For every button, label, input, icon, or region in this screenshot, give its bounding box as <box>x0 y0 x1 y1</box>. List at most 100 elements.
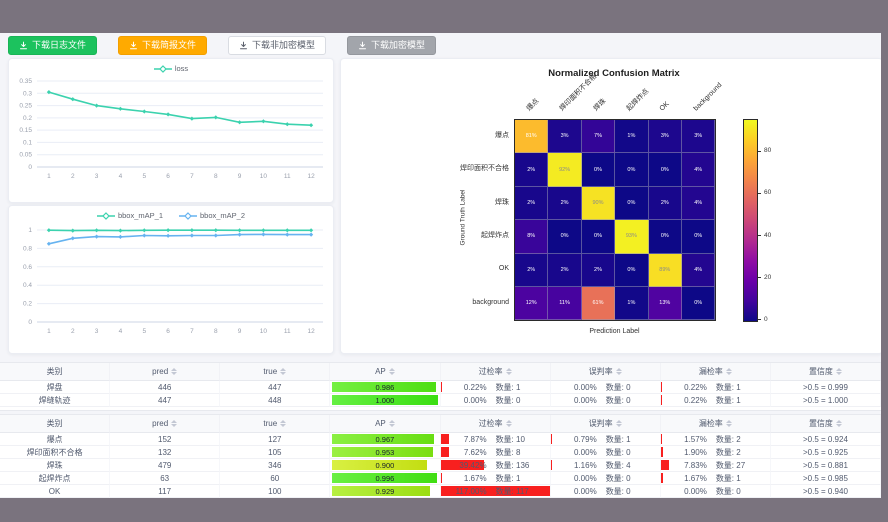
col-header-ap[interactable]: AP <box>330 363 440 381</box>
sort-icon <box>171 420 177 427</box>
sort-up-arrow <box>506 368 512 371</box>
mis-rate-value: 0.00% <box>553 448 597 457</box>
col-header-over[interactable]: 过检率 <box>441 363 551 381</box>
pred-value: 63 <box>160 474 169 483</box>
col-header-true[interactable]: true <box>220 415 330 433</box>
cell-miss: 1.67%数量: 1 <box>661 472 771 485</box>
legend-item-loss[interactable]: loss <box>154 64 188 73</box>
loss-series-line <box>49 92 311 125</box>
cell-class: 焊珠 <box>0 459 110 472</box>
col-header-miss[interactable]: 漏检率 <box>661 415 771 433</box>
sort-icon <box>389 420 395 427</box>
matrix-row-label: 焊印面积不合格 <box>341 164 509 174</box>
cell-miss: 0.22%数量: 1 <box>661 381 771 394</box>
matrix-cell: 1% <box>615 287 648 320</box>
matrix-cell: 2% <box>548 187 581 220</box>
matrix-cell: 2% <box>515 153 548 186</box>
svg-text:4: 4 <box>119 328 123 335</box>
sort-icon <box>389 368 395 375</box>
col-header-label: 类别 <box>47 366 63 377</box>
ap-bar: 0.967 <box>332 434 437 444</box>
col-header-conf[interactable]: 置信度 <box>771 415 881 433</box>
colorbar-tick-label: 0 <box>764 315 768 324</box>
results-table-1: 类别predtrueAP过检率误判率漏检率置信度焊盘4464470.9860.2… <box>0 362 881 411</box>
matrix-row-label: 爆点 <box>341 131 509 141</box>
sort-down-arrow <box>836 424 842 427</box>
cell-miss: 7.83%数量: 27 <box>661 459 771 472</box>
bbox-map-line-chart: 00.20.40.60.81123456789101112 <box>11 222 329 350</box>
download-button-2[interactable]: 下载简报文件 <box>118 36 207 55</box>
svg-text:8: 8 <box>214 328 218 335</box>
pred-value: 117 <box>158 487 171 496</box>
confidence-value: >0.5 = 0.985 <box>803 474 848 483</box>
col-header-pred[interactable]: pred <box>110 415 220 433</box>
download-button-4[interactable]: 下载加密模型 <box>347 36 436 55</box>
svg-text:0.3: 0.3 <box>23 90 32 97</box>
over-count: 数量: 1 <box>496 382 548 393</box>
cell-conf: >0.5 = 0.985 <box>771 472 881 485</box>
cell-class: 爆点 <box>0 433 110 446</box>
table-row: 焊印面积不合格1321050.9537.62%数量: 80.00%数量: 01.… <box>0 446 881 459</box>
ap-value: 0.953 <box>376 448 395 457</box>
col-header-pred[interactable]: pred <box>110 363 220 381</box>
matrix-cell: 0% <box>582 220 615 253</box>
col-header-class: 类别 <box>0 415 110 433</box>
col-header-label: 过检率 <box>479 366 503 377</box>
miss-count: 数量: 27 <box>716 460 768 471</box>
svg-text:0.35: 0.35 <box>19 78 32 85</box>
table-row: 焊缝轨迹4474481.0000.00%数量: 00.00%数量: 00.22%… <box>0 394 881 407</box>
svg-text:3: 3 <box>95 328 99 335</box>
screenshot-root: 下载日志文件下载简报文件下载非加密模型下载加密模型 loss 00.050.10… <box>0 0 888 522</box>
sort-down-arrow <box>171 424 177 427</box>
svg-text:9: 9 <box>238 328 242 335</box>
colorbar-tick-label: 40 <box>764 231 771 240</box>
cell-miss: 0.00%数量: 0 <box>661 485 771 498</box>
col-header-label: true <box>263 367 277 376</box>
legend-label: loss <box>175 64 188 73</box>
sort-icon <box>280 420 286 427</box>
confidence-value: >0.5 = 0.940 <box>803 487 848 496</box>
mis-count: 数量: 0 <box>606 473 658 484</box>
legend-item-bbox_mAP_2[interactable]: bbox_mAP_2 <box>179 211 245 220</box>
matrix-cell: 0% <box>548 220 581 253</box>
cell-mis: 0.00%数量: 0 <box>551 472 661 485</box>
pred-value: 132 <box>158 448 171 457</box>
miss-count: 数量: 2 <box>716 434 768 445</box>
download-button-1[interactable]: 下载日志文件 <box>8 36 97 55</box>
col-header-mis[interactable]: 误判率 <box>551 415 661 433</box>
svg-text:0.15: 0.15 <box>19 127 32 134</box>
col-header-mis[interactable]: 误判率 <box>551 363 661 381</box>
download-button-label: 下载日志文件 <box>32 41 86 50</box>
legend-item-bbox_mAP_1[interactable]: bbox_mAP_1 <box>97 211 163 220</box>
col-header-true[interactable]: true <box>220 363 330 381</box>
cell-miss: 1.90%数量: 2 <box>661 446 771 459</box>
ap-bar: 0.986 <box>332 382 437 392</box>
miss-rate-value: 1.90% <box>663 448 707 457</box>
col-header-miss[interactable]: 漏检率 <box>661 363 771 381</box>
cell-mis: 0.00%数量: 0 <box>551 381 661 394</box>
col-header-ap[interactable]: AP <box>330 415 440 433</box>
cell-mis: 0.00%数量: 0 <box>551 394 661 407</box>
cell-over: 39.42%数量: 136 <box>441 459 551 472</box>
matrix-cell: 0% <box>582 153 615 186</box>
colorbar-tick <box>758 319 761 320</box>
col-header-class: 类别 <box>0 363 110 381</box>
over-rate-value: 0.00% <box>443 396 487 405</box>
mis-rate-bar <box>551 460 552 470</box>
sort-icon <box>726 420 732 427</box>
sort-up-arrow <box>616 420 622 423</box>
class-value: 起焊炸点 <box>39 473 71 484</box>
matrix-row-label: 起焊炸点 <box>341 231 509 241</box>
sort-down-arrow <box>836 372 842 375</box>
mis-rate-value: 0.00% <box>553 383 597 392</box>
col-header-over[interactable]: 过检率 <box>441 415 551 433</box>
cell-true: 448 <box>220 394 330 407</box>
confusion-matrix-card: Normalized Confusion Matrix Ground Truth… <box>340 58 881 354</box>
ap-value: 0.929 <box>376 487 395 496</box>
cell-mis: 0.00%数量: 0 <box>551 446 661 459</box>
loss-chart-card: loss 00.050.10.150.20.250.30.35123456789… <box>8 58 334 203</box>
svg-text:12: 12 <box>307 173 315 180</box>
download-button-3[interactable]: 下载非加密模型 <box>228 36 326 55</box>
col-header-conf[interactable]: 置信度 <box>771 363 881 381</box>
cell-true: 105 <box>220 446 330 459</box>
